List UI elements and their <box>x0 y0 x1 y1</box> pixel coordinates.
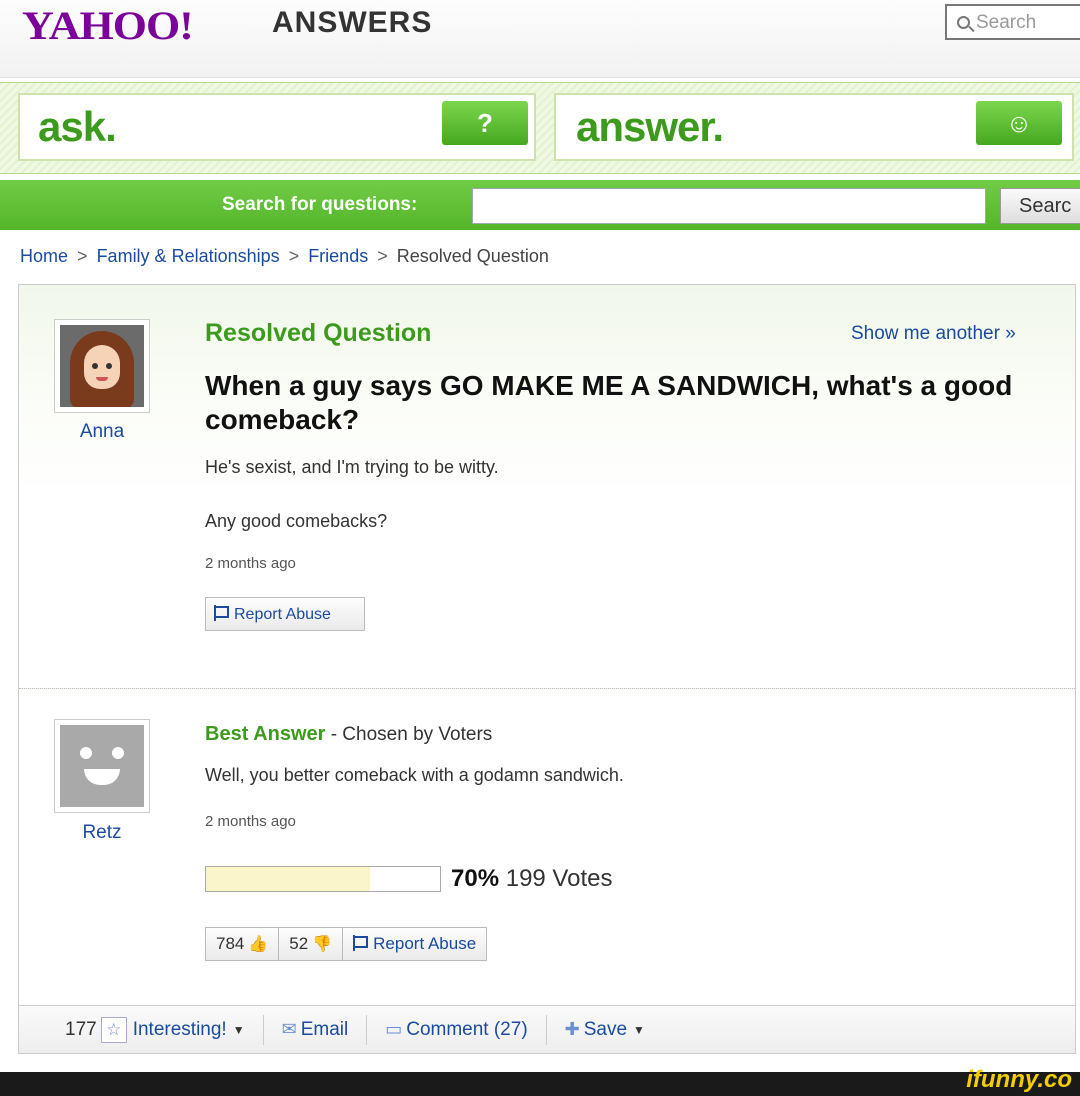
email-button[interactable]: ✉ Email <box>264 1014 368 1045</box>
vote-progress-bar <box>205 866 441 892</box>
header-search-input[interactable]: Search <box>945 4 1080 40</box>
site-header: YAHOO! ANSWERS Search <box>0 0 1080 78</box>
breadcrumb-home[interactable]: Home <box>20 246 68 266</box>
breadcrumb-separator: > <box>377 246 388 266</box>
answerer-avatar[interactable] <box>54 719 150 813</box>
search-icon <box>957 16 970 29</box>
breadcrumb-separator: > <box>77 246 88 266</box>
save-label: Save <box>583 1018 628 1040</box>
interesting-count: 177 <box>65 1018 97 1040</box>
search-button[interactable]: Searc <box>1000 188 1080 224</box>
report-abuse-button[interactable]: Report Abuse <box>205 597 365 631</box>
question-body-line-1: He's sexist, and I'm trying to be witty. <box>205 457 499 477</box>
answer-label: answer. <box>576 103 724 150</box>
envelope-icon: ✉ <box>281 1019 297 1039</box>
thumbs-up-button[interactable]: 784 👍 <box>206 928 280 960</box>
best-answer-label: Best Answer <box>205 723 326 745</box>
ask-label: ask. <box>38 103 117 150</box>
question-mark-icon: ? <box>442 101 528 145</box>
comment-icon: ▭ <box>385 1019 403 1039</box>
question-timestamp: 2 months ago <box>205 555 296 572</box>
vote-percent: 70% <box>451 865 500 892</box>
woman-avatar-icon <box>60 325 144 407</box>
question-status: Resolved Question <box>205 319 432 347</box>
question-title: When a guy says GO MAKE ME A SANDWICH, w… <box>205 370 1013 435</box>
star-icon: ☆ <box>100 1016 127 1043</box>
question-section: Anna Resolved Question Show me another »… <box>19 285 1075 689</box>
asker-avatar[interactable] <box>54 319 150 413</box>
answer-report-abuse-button[interactable]: Report Abuse <box>343 928 486 960</box>
interesting-button[interactable]: 177 ☆ Interesting! ▼ <box>47 1014 264 1045</box>
ask-button[interactable]: ask. ? <box>18 93 536 161</box>
header-search-placeholder: Search <box>976 12 1037 33</box>
breadcrumb-family-relationships[interactable]: Family & Relationships <box>97 246 280 266</box>
answer-timestamp: 2 months ago <box>205 813 296 830</box>
answer-text: Well, you better comeback with a godamn … <box>205 765 624 785</box>
chevron-down-icon: ▼ <box>633 1022 645 1037</box>
vote-count: 199 Votes <box>505 865 613 892</box>
search-questions-label: Search for questions: <box>222 194 418 215</box>
best-answer-heading: Best Answer - Chosen by Voters <box>205 723 492 746</box>
chosen-by-label: - Chosen by Voters <box>325 724 493 745</box>
question-search-input[interactable] <box>472 188 986 224</box>
breadcrumb-separator: > <box>288 246 300 266</box>
save-button[interactable]: ✚ Save ▼ <box>547 1015 663 1045</box>
default-smiley-avatar-icon <box>60 725 144 807</box>
yahoo-logo[interactable]: YAHOO! <box>22 2 194 49</box>
watermark-strip <box>0 1072 1080 1096</box>
question-panel: Anna Resolved Question Show me another »… <box>18 284 1076 1054</box>
breadcrumb: Home > Family & Relationships > Friends … <box>20 246 549 267</box>
comment-label: Comment (27) <box>406 1018 528 1040</box>
thumbs-down-button[interactable]: 52 👎 <box>279 928 344 960</box>
question-body-line-2: Any good comebacks? <box>205 511 388 531</box>
ask-answer-bar: ask. ? answer. ☺ <box>0 82 1080 174</box>
chevron-down-icon: ▼ <box>232 1022 245 1037</box>
vote-summary: 70% 199 Votes <box>451 865 612 893</box>
breadcrumb-friends[interactable]: Friends <box>308 246 368 266</box>
thumbs-down-icon: 👎 <box>312 936 333 953</box>
asker-name[interactable]: Anna <box>54 421 150 443</box>
answerer-name[interactable]: Retz <box>54 822 150 844</box>
email-label: Email <box>300 1018 349 1040</box>
question-actions-bar: 177 ☆ Interesting! ▼ ✉ Email ▭ Comment (… <box>19 1005 1075 1053</box>
thumbs-up-icon: 👍 <box>248 936 269 953</box>
answer-report-abuse-label: Report Abuse <box>373 934 477 953</box>
answers-logo-text[interactable]: ANSWERS <box>272 6 432 40</box>
flag-icon <box>353 935 369 951</box>
report-abuse-label: Report Abuse <box>234 606 331 623</box>
ifunny-watermark: ifunny.co <box>966 1066 1072 1093</box>
thumbs-up-count: 784 <box>216 934 245 953</box>
breadcrumb-current: Resolved Question <box>396 246 549 266</box>
flag-icon <box>214 605 229 621</box>
thumbs-down-count: 52 <box>289 934 309 953</box>
show-another-link[interactable]: Show me another » <box>851 323 1016 345</box>
save-plus-icon: ✚ <box>564 1019 580 1039</box>
rating-toolbar: 784 👍 52 👎 Report Abuse <box>205 927 488 961</box>
answer-button[interactable]: answer. ☺ <box>554 93 1074 161</box>
interesting-label: Interesting! <box>132 1018 227 1040</box>
smiley-icon: ☺ <box>976 101 1062 145</box>
vote-progress-fill <box>206 867 370 891</box>
comment-button[interactable]: ▭ Comment (27) <box>367 1014 547 1045</box>
question-search-bar: Search for questions: Searc <box>0 180 1080 230</box>
